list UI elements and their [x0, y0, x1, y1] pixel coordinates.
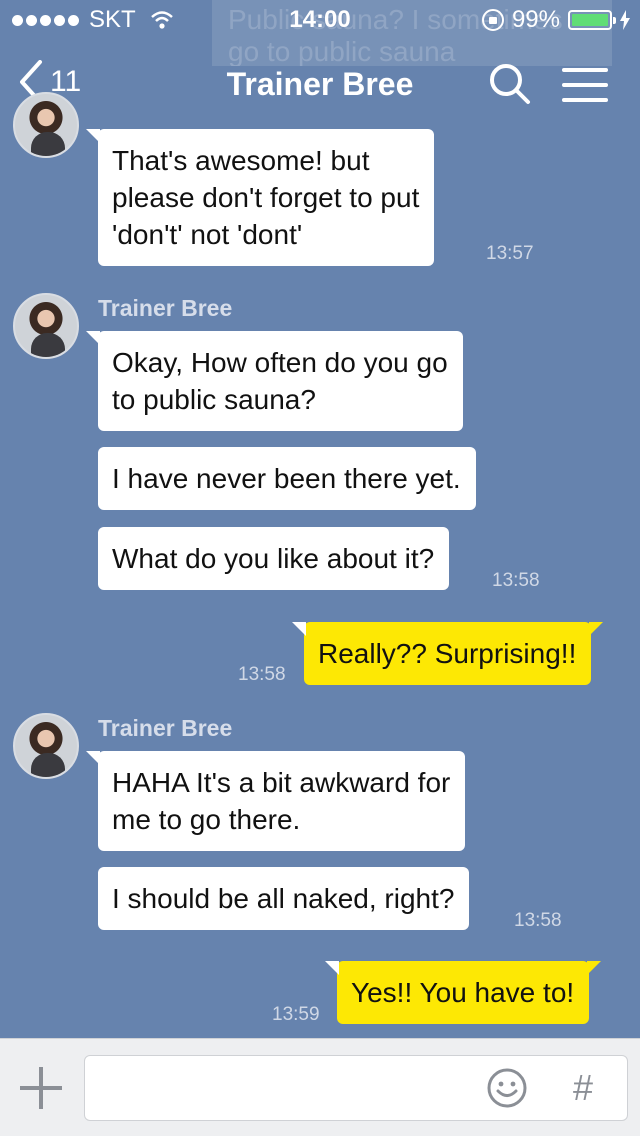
sender-name: Trainer Bree	[98, 295, 233, 321]
my-message-bubble[interactable]: Yes!! You have to!	[324, 961, 602, 1024]
avatar[interactable]	[13, 92, 79, 158]
message-input[interactable]	[84, 1055, 628, 1121]
message-bubble[interactable]: HAHA It's a bit awkward for me to go the…	[85, 751, 466, 851]
sender-name: Trainer Bree	[98, 715, 233, 741]
message-bubble[interactable]: I should be all naked, right?	[98, 867, 470, 930]
chat-title: Trainer Bree	[226, 66, 414, 102]
message-time: 13:58	[238, 664, 286, 685]
message-line: That's awesome! but	[112, 145, 370, 176]
emoji-icon[interactable]	[486, 1067, 528, 1109]
message-time: 13:57	[486, 243, 534, 264]
nav-bar: 11 Trainer Bree	[0, 40, 640, 130]
avatar[interactable]	[13, 713, 79, 779]
plus-icon[interactable]	[20, 1067, 62, 1109]
message-bubble[interactable]: Okay, How often do you go to public saun…	[86, 331, 463, 431]
avatar[interactable]	[13, 293, 79, 359]
charging-bolt-icon	[620, 10, 630, 30]
message-line: 'don't' not 'dont'	[112, 219, 303, 250]
message-line: HAHA It's a bit awkward for	[112, 767, 451, 798]
hash-icon[interactable]: #	[566, 1067, 600, 1109]
menu-icon[interactable]	[562, 68, 608, 102]
message-bubble[interactable]: What do you like about it?	[98, 527, 450, 590]
message-bubble[interactable]: I have never been there yet.	[98, 447, 476, 510]
my-message-bubble[interactable]: Really?? Surprising!!	[291, 622, 604, 685]
message-line: me to go there.	[112, 804, 301, 835]
search-icon[interactable]	[488, 62, 532, 106]
message-time: 13:58	[492, 570, 540, 591]
message-line: please don't forget to put	[112, 182, 420, 213]
message-time: 13:58	[514, 910, 562, 931]
message-line: Okay, How often do you go	[112, 347, 448, 378]
message-time: 13:59	[272, 1004, 320, 1025]
input-bar: #	[0, 1038, 640, 1136]
message-bubble[interactable]: That's awesome! but please don't forget …	[85, 129, 435, 266]
message-line: to public sauna?	[112, 384, 316, 415]
